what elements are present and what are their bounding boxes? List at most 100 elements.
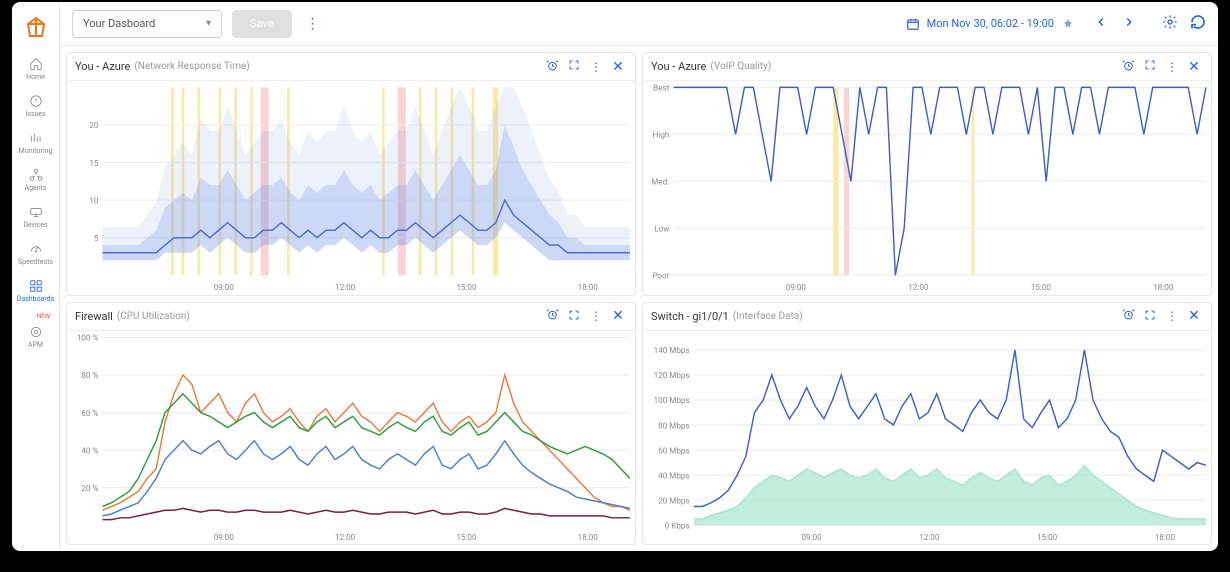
svg-text:High: High — [653, 130, 670, 140]
close-icon[interactable]: ✕ — [1185, 308, 1203, 324]
expand-icon[interactable] — [1141, 59, 1159, 74]
devices-icon — [28, 204, 44, 220]
speedtests-icon — [28, 241, 44, 257]
chart-body: 20 %40 %60 %80 %100 %09:0012:0015:0018:0… — [67, 331, 635, 545]
svg-text:18:00: 18:00 — [1155, 533, 1175, 543]
panel-title: Switch - gi1/0/1 — [651, 310, 729, 323]
expand-icon[interactable] — [1141, 309, 1159, 324]
svg-text:100 Mbps: 100 Mbps — [654, 396, 690, 406]
sidebar: Home Issues Monitoring Agents Devices Speedte… — [12, 2, 60, 551]
svg-text:0 Kbps: 0 Kbps — [665, 521, 690, 531]
alarm-icon[interactable] — [1119, 59, 1137, 75]
svg-text:10: 10 — [89, 196, 98, 206]
sidebar-item-home[interactable]: Home — [12, 50, 60, 87]
svg-text:140 Mbps: 140 Mbps — [654, 345, 690, 355]
sidebar-item-monitoring[interactable]: Monitoring — [12, 124, 60, 161]
panel-header: You - Azure (Network Response Time) ⋮ ✕ — [67, 53, 635, 81]
panel-menu-icon[interactable]: ⋮ — [587, 60, 605, 74]
chart[interactable]: PoorLowMed.HighBest09:0012:0015:0018:00 — [643, 81, 1211, 295]
svg-text:5: 5 — [94, 234, 99, 244]
alarm-icon[interactable] — [1119, 308, 1137, 324]
alarm-icon[interactable] — [543, 59, 561, 75]
monitoring-icon — [28, 130, 44, 146]
svg-text:20 Mbps: 20 Mbps — [658, 496, 689, 506]
dashboard-grid: You - Azure (Network Response Time) ⋮ ✕ … — [60, 46, 1218, 551]
svg-text:09:00: 09:00 — [214, 283, 234, 293]
svg-text:Poor: Poor — [652, 271, 669, 281]
svg-text:120 Mbps: 120 Mbps — [654, 371, 690, 381]
svg-text:09:00: 09:00 — [786, 283, 806, 293]
expand-icon[interactable] — [565, 309, 583, 324]
close-icon[interactable]: ✕ — [1185, 59, 1203, 75]
panel-header: Firewall (CPU Utilization) ⋮ ✕ — [67, 303, 635, 331]
svg-text:15:00: 15:00 — [456, 533, 476, 543]
svg-text:60 Mbps: 60 Mbps — [658, 446, 689, 456]
panel-header: Switch - gi1/0/1 (Interface Data) ⋮ ✕ — [643, 303, 1211, 331]
chart[interactable]: 20 %40 %60 %80 %100 %09:0012:0015:0018:0… — [67, 331, 635, 545]
calendar-icon — [905, 16, 921, 32]
new-badge: NEW — [37, 313, 50, 320]
svg-text:12:00: 12:00 — [335, 533, 355, 543]
dashboard-name: Your Dasboard — [83, 17, 155, 30]
expand-icon[interactable] — [565, 59, 583, 74]
svg-text:12:00: 12:00 — [919, 533, 939, 543]
svg-text:Low: Low — [654, 224, 670, 234]
svg-text:Best: Best — [653, 83, 669, 93]
panel-subtitle: (CPU Utilization) — [117, 311, 190, 322]
panel-subtitle: (Network Response Time) — [134, 61, 249, 72]
svg-text:15:00: 15:00 — [1037, 533, 1057, 543]
pin-icon[interactable] — [1060, 16, 1076, 32]
panel: You - Azure (Network Response Time) ⋮ ✕ … — [66, 52, 636, 296]
prev-timerange-button[interactable] — [1094, 15, 1108, 33]
svg-text:80 %: 80 % — [81, 371, 98, 381]
panel-title: You - Azure — [75, 60, 130, 73]
panel-menu-icon[interactable]: ⋮ — [587, 309, 605, 323]
settings-icon[interactable] — [1162, 14, 1178, 34]
sidebar-item-label: Speedtests — [18, 259, 53, 266]
panel: Firewall (CPU Utilization) ⋮ ✕ 20 %40 %6… — [66, 302, 636, 546]
panel-subtitle: (VoIP Quality) — [710, 61, 771, 72]
issues-icon — [28, 93, 44, 109]
close-icon[interactable]: ✕ — [609, 308, 627, 324]
chart[interactable]: 510152009:0012:0015:0018:00 — [67, 81, 635, 295]
chart-body: 510152009:0012:0015:0018:00 — [67, 81, 635, 295]
panel-title: You - Azure — [651, 60, 706, 73]
svg-text:18:00: 18:00 — [578, 283, 598, 293]
sidebar-item-label: Monitoring — [19, 148, 53, 155]
more-actions-icon[interactable]: ⋮ — [302, 12, 324, 36]
agents-icon — [28, 167, 44, 183]
close-icon[interactable]: ✕ — [609, 59, 627, 75]
panel-menu-icon[interactable]: ⋮ — [1163, 309, 1181, 323]
svg-text:18:00: 18:00 — [1153, 283, 1173, 293]
svg-text:12:00: 12:00 — [335, 283, 355, 293]
sidebar-item-label: APM — [28, 342, 43, 349]
sidebar-item-label: Agents — [25, 185, 47, 192]
dashboards-icon — [28, 278, 44, 294]
alarm-icon[interactable] — [543, 308, 561, 324]
svg-text:18:00: 18:00 — [578, 533, 598, 543]
svg-text:100 %: 100 % — [77, 333, 99, 343]
home-icon — [28, 56, 44, 72]
sidebar-item-apm[interactable]: NEW APM — [12, 309, 60, 355]
dashboard-selector[interactable]: Your Dasboard ▾ — [72, 10, 222, 38]
svg-text:20 %: 20 % — [81, 483, 98, 493]
panel-title: Firewall — [75, 310, 113, 323]
sidebar-item-agents[interactable]: Agents — [12, 161, 60, 198]
next-timerange-button[interactable] — [1122, 15, 1136, 33]
refresh-icon[interactable] — [1190, 14, 1206, 34]
main-area: Your Dasboard ▾ Save ⋮ Mon Nov 30, 06:02… — [60, 2, 1218, 551]
save-button[interactable]: Save — [232, 10, 292, 38]
sidebar-item-devices[interactable]: Devices — [12, 198, 60, 235]
time-range-text: Mon Nov 30, 06:02 - 19:00 — [927, 17, 1054, 30]
chart-body: PoorLowMed.HighBest09:0012:0015:0018:00 — [643, 81, 1211, 295]
chart[interactable]: 0 Kbps20 Mbps40 Mbps60 Mbps80 Mbps100 Mb… — [643, 331, 1211, 545]
topbar: Your Dasboard ▾ Save ⋮ Mon Nov 30, 06:02… — [60, 2, 1218, 46]
panel-menu-icon[interactable]: ⋮ — [1163, 60, 1181, 74]
sidebar-item-issues[interactable]: Issues — [12, 87, 60, 124]
sidebar-item-speedtests[interactable]: Speedtests — [12, 235, 60, 272]
sidebar-item-label: Home — [26, 74, 45, 81]
svg-text:09:00: 09:00 — [214, 533, 234, 543]
time-range-picker[interactable]: Mon Nov 30, 06:02 - 19:00 — [905, 16, 1076, 32]
sidebar-item-dashboards[interactable]: Dashboards — [12, 272, 60, 309]
chevron-down-icon: ▾ — [206, 18, 211, 29]
